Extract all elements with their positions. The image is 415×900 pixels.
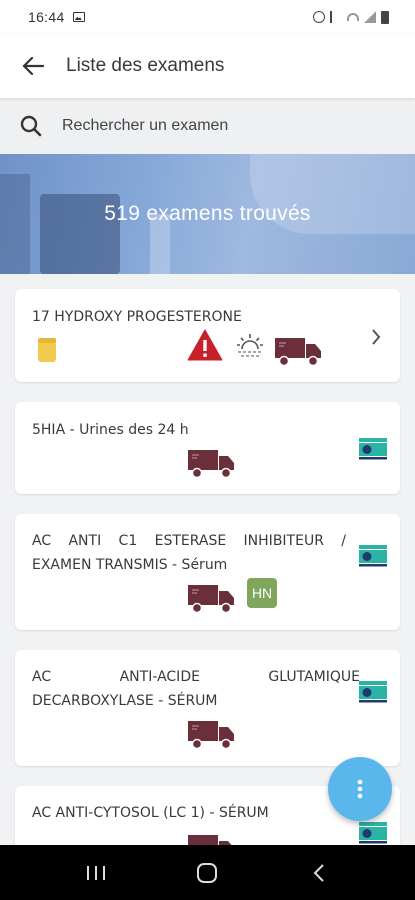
truck-4h-icon (188, 585, 234, 614)
exam-name: AC ANTI-CYTOSOL (LC 1) - SÉRUM (32, 805, 269, 821)
arrow-left-icon (22, 56, 44, 76)
back-nav-button[interactable] (289, 853, 349, 893)
results-banner: 519 examens trouvés (0, 154, 415, 274)
app-bar: Liste des examens (0, 34, 415, 98)
hn-badge: HN (247, 578, 277, 608)
back-button[interactable] (0, 34, 66, 98)
home-button[interactable] (177, 853, 237, 893)
status-time: 16:44 (28, 9, 65, 25)
more-vertical-icon (357, 779, 363, 799)
truck-4h-icon (188, 721, 234, 750)
exam-name: 5HIA - Urines des 24 h (32, 422, 189, 438)
signal-icon (364, 11, 376, 23)
mute-icon (330, 11, 342, 23)
exam-name-line2: EXAMEN TRANSMIS - Sérum (32, 557, 228, 573)
search-bar[interactable] (0, 98, 415, 154)
search-input[interactable] (62, 117, 382, 135)
recent-apps-button[interactable] (66, 853, 126, 893)
sunrise-icon (237, 334, 263, 357)
exam-card[interactable]: 5HIA - Urines des 24 h (15, 402, 400, 494)
document-icon (359, 545, 387, 567)
exam-card[interactable]: AC ANTI-ACIDE GLUTAMIQUE DECARBOXYLASE -… (15, 650, 400, 766)
status-bar: 16:44 (0, 0, 415, 34)
exam-name-line1: AC ANTI C1 ESTERASE INHIBITEUR / (32, 533, 346, 549)
exam-card[interactable]: 17 HYDROXY PROGESTERONE (15, 289, 400, 382)
chevron-right-icon[interactable] (370, 327, 382, 347)
recent-apps-icon (86, 865, 105, 880)
home-icon (197, 862, 218, 883)
exam-name-line2: DECARBOXYLASE - SÉRUM (32, 693, 218, 709)
system-nav-bar (0, 845, 415, 900)
document-icon (359, 438, 387, 460)
gallery-notification-icon (72, 12, 85, 22)
battery-icon (381, 10, 389, 24)
search-icon[interactable] (0, 115, 62, 137)
document-icon (359, 681, 387, 703)
results-count: 519 examens trouvés (104, 202, 311, 225)
more-options-fab[interactable] (328, 757, 392, 821)
page-title: Liste des examens (66, 55, 225, 76)
wifi-icon (347, 13, 359, 21)
document-icon (359, 822, 387, 844)
exam-name: 17 HYDROXY PROGESTERONE (32, 309, 242, 325)
truck-4h-icon (188, 450, 234, 479)
truck-4h-icon (275, 338, 321, 367)
alarm-icon (313, 11, 325, 23)
warning-icon (187, 329, 223, 361)
tube-icon (38, 338, 56, 362)
back-nav-icon (313, 863, 324, 882)
exam-name-line1: AC ANTI-ACIDE GLUTAMIQUE (32, 669, 360, 685)
exam-card[interactable]: AC ANTI C1 ESTERASE INHIBITEUR / EXAMEN … (15, 514, 400, 630)
